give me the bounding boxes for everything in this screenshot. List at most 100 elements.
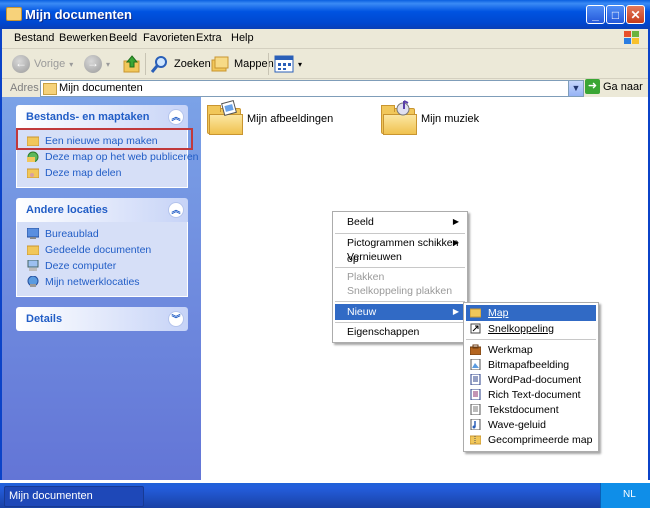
back-arrow-icon: ← <box>12 55 30 73</box>
address-label: Adres <box>10 82 39 94</box>
collapse-chevron-icon[interactable]: ︽ <box>168 202 184 218</box>
toolbar-separator <box>268 53 269 75</box>
task-pane: Bestands- en maptaken ︽ Een nieuwe map m… <box>2 97 201 480</box>
submenu-item-wordpad[interactable]: WordPad-document <box>466 372 596 388</box>
views-dropdown-icon: ▾ <box>298 59 303 69</box>
menu-item-properties[interactable]: Eigenschappen <box>335 324 465 340</box>
folder-icon <box>27 245 39 255</box>
language-indicator[interactable]: NL <box>623 489 636 500</box>
back-dropdown-icon[interactable]: ▾ <box>69 60 73 69</box>
menu-bewerken[interactable]: Bewerken <box>59 32 108 44</box>
taskbar-window-label: Mijn documenten <box>9 490 93 502</box>
other-places-body: Bureaublad Gedeelde documenten Deze comp… <box>16 222 188 297</box>
pictures-folder-icon <box>207 100 243 135</box>
close-button[interactable]: ✕ <box>626 5 645 24</box>
item-label: Mijn afbeeldingen <box>247 113 334 125</box>
folder-icon <box>470 308 481 318</box>
menu-bestand[interactable]: Bestand <box>14 32 54 44</box>
briefcase-icon <box>470 344 481 355</box>
back-button[interactable]: ← Vorige ▾ <box>12 53 73 75</box>
forward-button[interactable]: → ▾ <box>84 53 110 75</box>
place-my-computer[interactable]: Deze computer <box>17 258 187 274</box>
menu-bar: Bestand Bewerken Beeld Favorieten Extra … <box>2 29 648 49</box>
menu-favorieten[interactable]: Favorieten <box>143 32 195 44</box>
menu-separator <box>466 339 596 340</box>
wordpad-icon <box>470 374 481 385</box>
shortcut-icon <box>470 323 481 334</box>
submenu-item-zip[interactable]: Gecomprimeerde map <box>466 432 596 448</box>
place-desktop[interactable]: Bureaublad <box>17 226 187 242</box>
taskbar-window-button[interactable]: Mijn documenten <box>4 486 144 507</box>
views-button[interactable]: ▾ <box>274 53 302 75</box>
context-menu: Beeld ▶ Pictogrammen schikken op ▶ Vernieu… <box>332 211 468 343</box>
system-tray: NL <box>600 483 650 508</box>
compressed-folder-icon <box>470 435 481 445</box>
network-places-icon <box>27 276 39 287</box>
views-icon <box>274 55 294 73</box>
title-bar[interactable]: Mijn documenten _ □ ✕ <box>0 0 650 29</box>
other-places-header[interactable]: Andere locaties ︽ <box>16 198 188 222</box>
menu-separator <box>335 267 465 268</box>
address-value: Mijn documenten <box>59 82 143 94</box>
details-panel: Details ︾ <box>16 307 188 331</box>
menu-item-view[interactable]: Beeld ▶ <box>335 214 465 230</box>
details-header[interactable]: Details ︾ <box>16 307 188 331</box>
address-dropdown-button[interactable]: ▼ <box>568 81 583 96</box>
folder-icon <box>43 83 57 95</box>
go-arrow-icon: ➜ <box>585 79 600 94</box>
share-folder-icon <box>27 168 39 178</box>
item-label: Mijn muziek <box>421 113 480 125</box>
menu-beeld[interactable]: Beeld <box>109 32 137 44</box>
place-shared-documents[interactable]: Gedeelde documenten <box>17 242 187 258</box>
item-my-music[interactable]: Mijn muziek <box>381 100 480 135</box>
submenu-item-folder[interactable]: Map <box>466 305 596 321</box>
folders-button[interactable]: Mappen <box>210 53 274 75</box>
forward-arrow-icon: → <box>84 55 102 73</box>
menu-separator <box>335 322 465 323</box>
up-folder-button[interactable] <box>122 53 142 75</box>
computer-icon <box>27 260 39 271</box>
other-places-title: Andere locaties <box>26 204 108 216</box>
task-publish-web[interactable]: Deze map op het web publiceren <box>17 149 199 165</box>
go-button[interactable]: ➜ Ga naar <box>585 79 643 94</box>
details-title: Details <box>26 313 63 325</box>
item-my-pictures[interactable]: Mijn afbeeldingen <box>207 100 334 135</box>
submenu-item-bitmap[interactable]: Bitmapafbeelding <box>466 357 596 373</box>
text-document-icon <box>470 404 481 415</box>
address-bar: Adres Mijn documenten ▼ ➜ Ga naar <box>2 79 648 97</box>
forward-dropdown-icon[interactable]: ▾ <box>106 60 110 69</box>
submenu-item-text[interactable]: Tekstdocument <box>466 402 596 418</box>
search-icon <box>150 56 167 73</box>
submenu-item-rtf[interactable]: Rich Text-document <box>466 387 596 403</box>
highlight-box <box>16 128 193 150</box>
maximize-button[interactable]: □ <box>606 5 625 24</box>
collapse-chevron-icon[interactable]: ︽ <box>168 109 184 125</box>
place-network[interactable]: Mijn netwerklocaties <box>17 274 187 290</box>
file-tasks-title: Bestands- en maptaken <box>26 111 150 123</box>
menu-item-new[interactable]: Nieuw ▶ <box>335 304 465 320</box>
bitmap-icon <box>470 359 481 370</box>
menu-extra[interactable]: Extra <box>196 32 222 44</box>
toolbar: ← Vorige ▾ → ▾ Zoeken Mappen ▾ <box>2 49 648 79</box>
search-button[interactable]: Zoeken <box>150 53 211 75</box>
menu-separator <box>335 301 465 302</box>
other-places-panel: Andere locaties ︽ Bureaublad Gedeelde do… <box>16 198 188 297</box>
submenu-item-shortcut[interactable]: Snelkoppeling <box>466 321 596 337</box>
file-tasks-header[interactable]: Bestands- en maptaken ︽ <box>16 105 188 129</box>
new-submenu: Map Snelkoppeling Werkmap Bitmapafbeeldi… <box>463 302 599 452</box>
menu-item-refresh[interactable]: Vernieuwen <box>335 249 465 265</box>
submenu-item-wave[interactable]: Wave-geluid <box>466 417 596 433</box>
folder-icon <box>6 7 22 21</box>
up-folder-icon <box>123 55 140 73</box>
go-label: Ga naar <box>603 80 643 93</box>
minimize-button[interactable]: _ <box>586 5 605 24</box>
expand-chevron-icon[interactable]: ︾ <box>168 311 184 327</box>
menu-help[interactable]: Help <box>231 32 254 44</box>
folders-icon <box>211 56 229 72</box>
address-input[interactable]: Mijn documenten ▼ <box>40 80 584 97</box>
menu-separator <box>335 233 465 234</box>
wave-sound-icon <box>470 419 481 430</box>
task-share-folder[interactable]: Deze map delen <box>17 165 187 181</box>
menu-item-paste-shortcut: Snelkoppeling plakken <box>347 285 453 297</box>
submenu-item-briefcase[interactable]: Werkmap <box>466 342 596 358</box>
